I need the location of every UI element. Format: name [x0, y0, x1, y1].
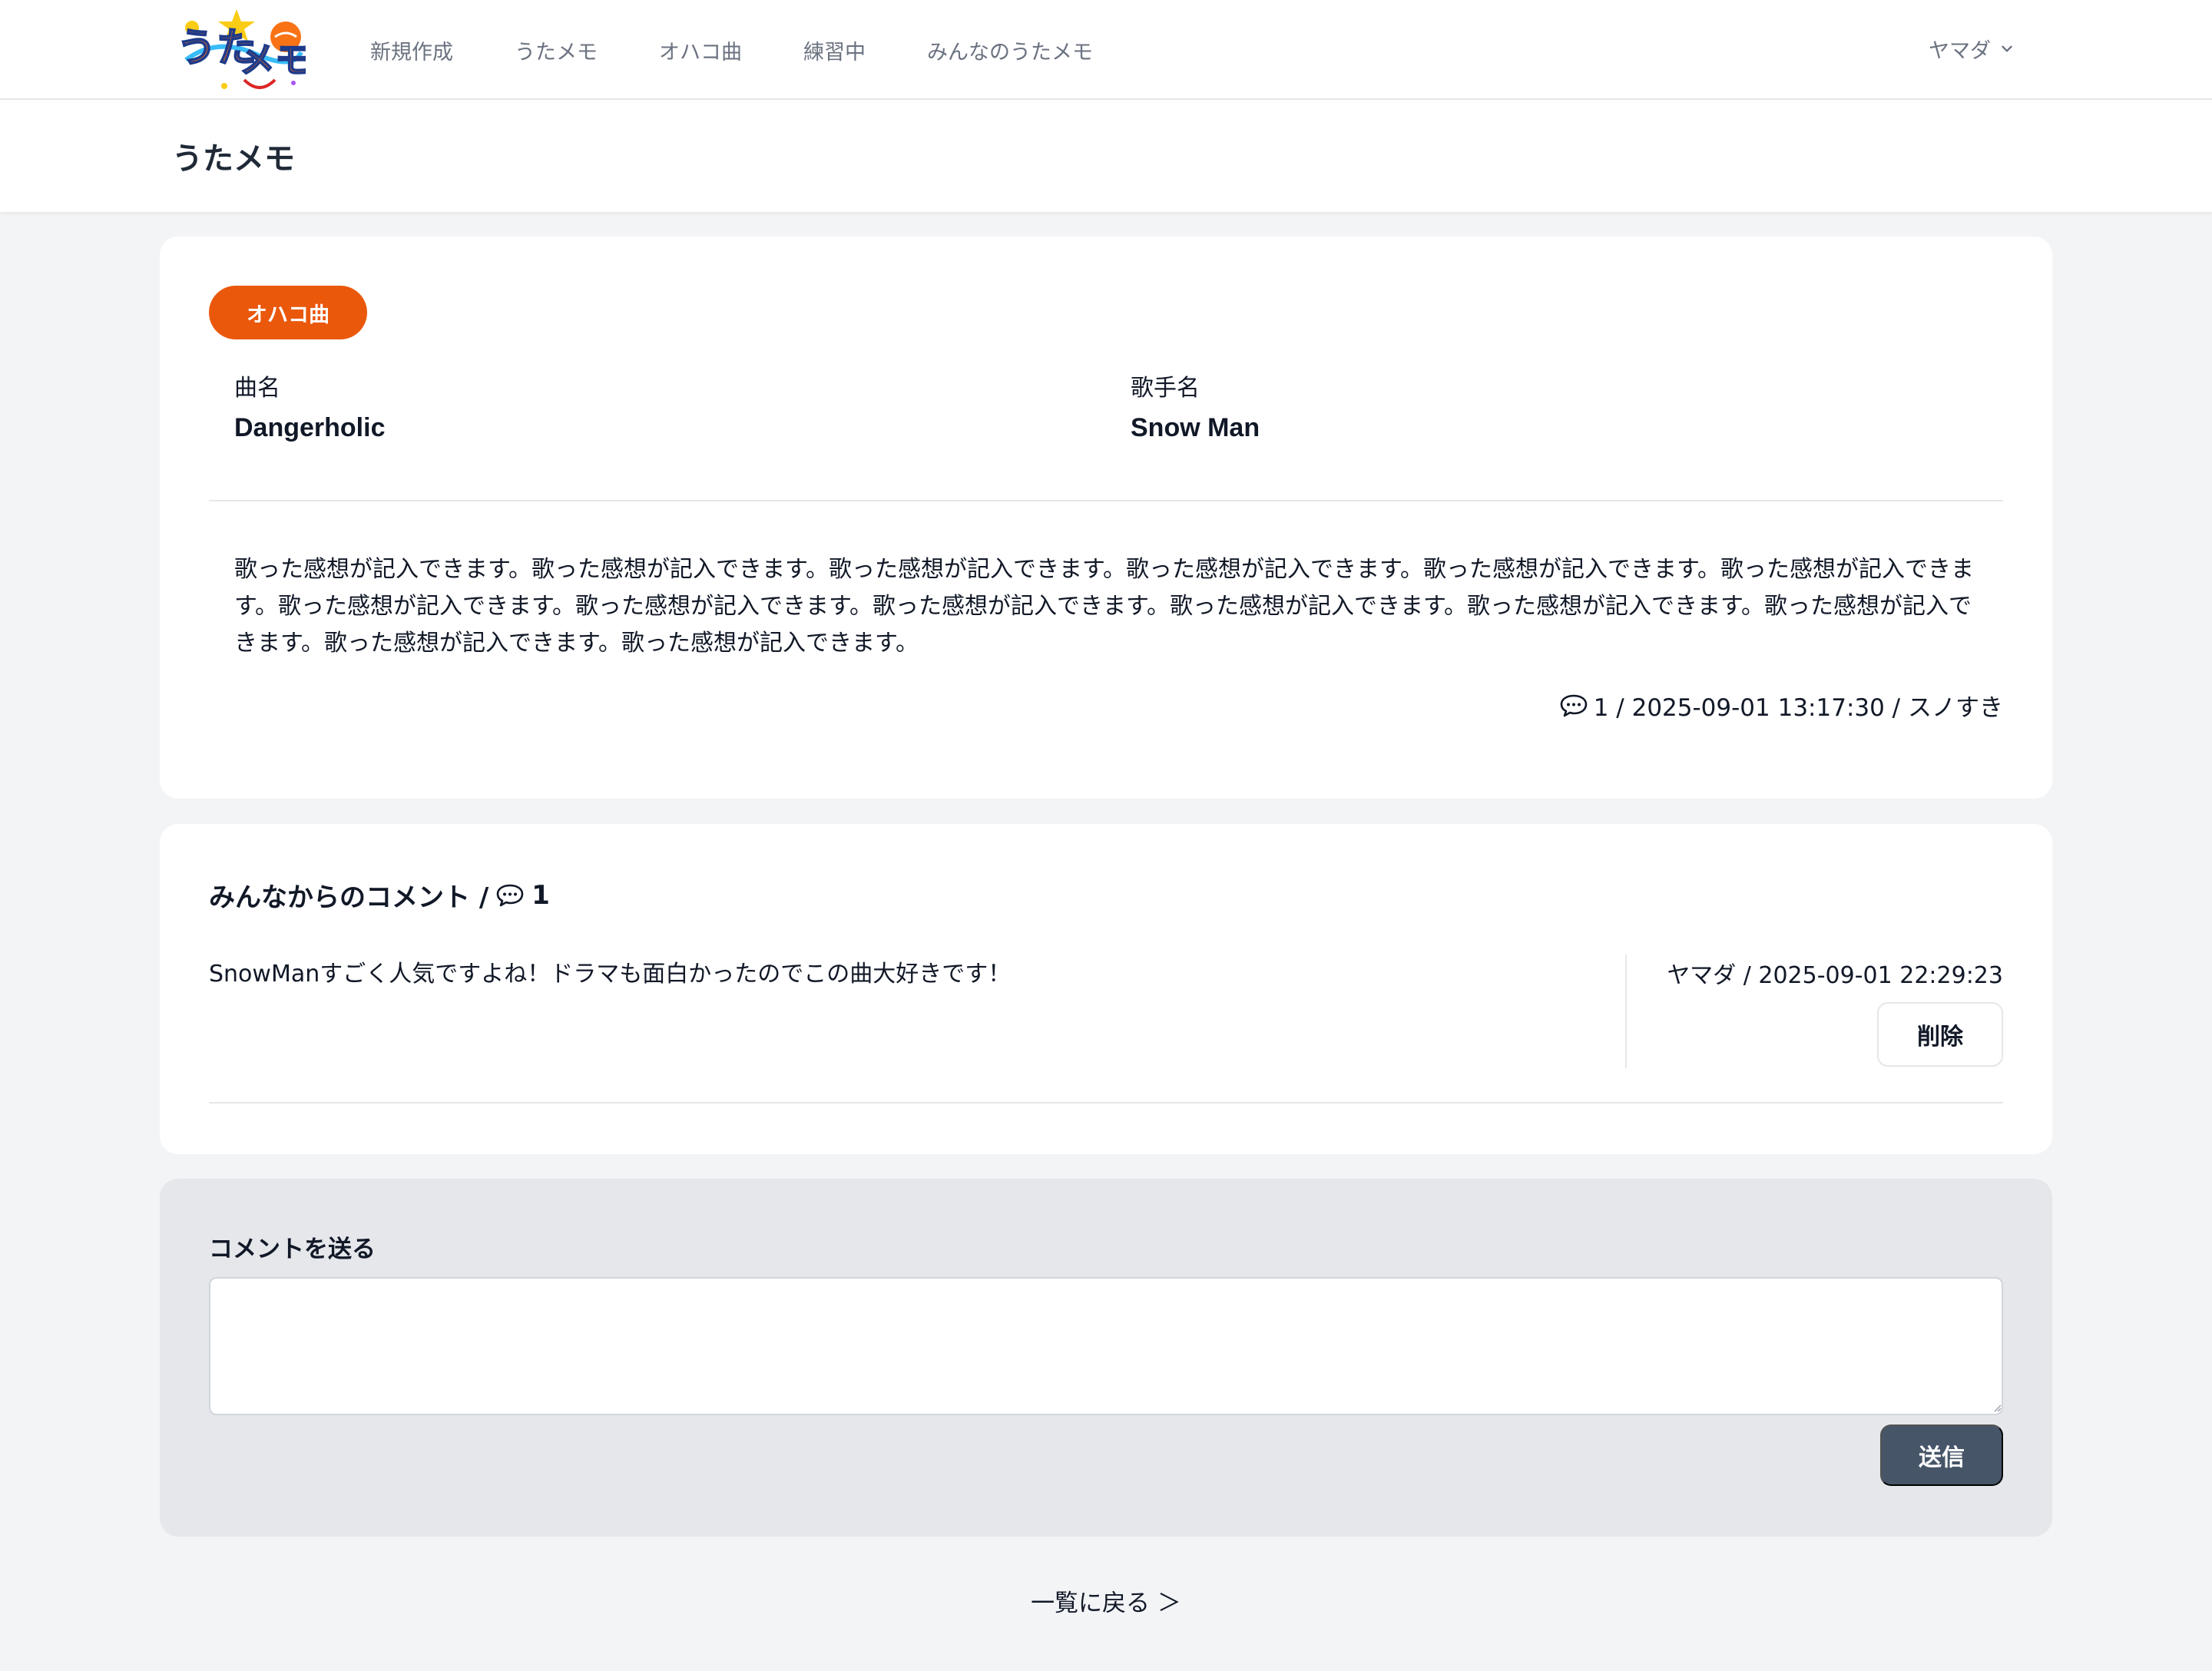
comment-text: SnowManすごく人気ですよね！ドラマも面白かったのでこの曲大好きです！: [209, 961, 1012, 988]
memo-meta-text: 1 / 2025-09-01 13:17:30 / スノすき: [1593, 694, 2003, 722]
comment-textarea[interactable]: [209, 1277, 2003, 1415]
app-logo[interactable]: うた メモ: [171, 6, 311, 94]
svg-text:メモ: メモ: [240, 39, 306, 81]
chevron-down-icon: [2002, 45, 2012, 52]
artist-label: 歌手名: [1131, 375, 1200, 402]
resize-grip-icon[interactable]: [1992, 1403, 2002, 1412]
nav-practice[interactable]: 練習中: [803, 35, 866, 65]
comment-meta: ヤマダ / 2025-09-01 22:29:23: [1667, 962, 2003, 989]
user-name: ヤマダ: [1929, 38, 1991, 63]
memo-meta: 1 / 2025-09-01 13:17:30 / スノすき: [1558, 688, 2003, 723]
comment-separator: [1625, 955, 1627, 1068]
delete-comment-button[interactable]: 削除: [1877, 1002, 2003, 1067]
song-title: Dangerholic: [234, 413, 386, 442]
nav-new[interactable]: 新規作成: [370, 35, 453, 65]
main-nav: 新規作成 うたメモ オハコ曲 練習中 みんなのうたメモ: [370, 0, 1154, 100]
memo-body: 歌った感想が記入できます。歌った感想が記入できます。歌った感想が記入できます。歌…: [234, 556, 1974, 657]
top-navbar: うた メモ 新規作成 うたメモ オハコ曲 練習中 みんなのうたメモ ヤマダ: [0, 0, 2212, 100]
chat-bubble-icon: [496, 884, 524, 906]
back-to-list-link[interactable]: 一覧に戻る ＞: [0, 1583, 2212, 1618]
divider: [209, 500, 2003, 501]
artist-name: Snow Man: [1131, 413, 1260, 442]
user-menu[interactable]: ヤマダ: [1929, 0, 2015, 97]
chat-bubble-icon: [1560, 694, 1588, 716]
memo-card: オハコ曲 曲名 Dangerholic 歌手名 Snow Man 歌った感想が記…: [160, 237, 2052, 799]
divider: [209, 1102, 2003, 1104]
category-badge: オハコ曲: [209, 286, 367, 339]
comments-title-text: みんなからのコメント /: [209, 882, 489, 913]
song-label: 曲名: [234, 375, 280, 402]
comment-form-title: コメントを送る: [209, 1236, 376, 1263]
comments-card: みんなからのコメント / 1 SnowManすごく人気ですよね！ドラマも面白かっ…: [160, 824, 2052, 1154]
page-header: うたメモ: [0, 100, 2212, 212]
submit-comment-button[interactable]: 送信: [1880, 1424, 2003, 1486]
comments-title: みんなからのコメント / 1: [209, 876, 550, 914]
nav-ohako[interactable]: オハコ曲: [659, 35, 742, 65]
comment-count: 1: [531, 879, 550, 911]
page-title: うたメモ: [172, 141, 295, 177]
logo-icon: うた メモ: [176, 9, 311, 89]
nav-everyone[interactable]: みんなのうたメモ: [927, 35, 1093, 65]
nav-utamemo[interactable]: うたメモ: [515, 35, 598, 65]
comment-form: コメントを送る 送信: [160, 1179, 2052, 1537]
